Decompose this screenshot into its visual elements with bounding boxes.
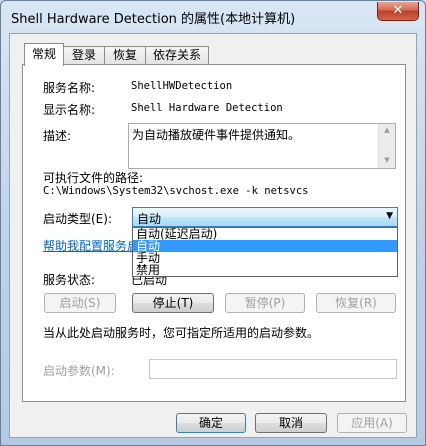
chevron-down-icon: ▼ [386,211,393,221]
display-name-value: Shell Hardware Detection [131,102,283,114]
window-title: Shell Hardware Detection 的属性(本地计算机) [11,12,296,27]
apply-button[interactable]: 应用(A) [337,413,407,433]
option-auto-delayed[interactable]: 自动(延迟启动) [133,228,397,240]
startup-type-dropdown: 自动(延迟启动) 自动 手动 禁用 [132,227,398,277]
dialog-client-area: 常规 登录 恢复 依存关系 服务名称: ShellHWDetection 显示名… [9,33,417,438]
option-manual[interactable]: 手动 [133,252,397,264]
startup-type-select[interactable]: 自动 ▼ [132,207,398,227]
start-service-button[interactable]: 启动(S) [44,293,116,313]
option-disabled[interactable]: 禁用 [133,264,397,276]
help-configure-link[interactable]: 帮助我配置服务启 [43,237,139,254]
cancel-button[interactable]: 取消 [255,413,327,433]
close-icon: ✕ [392,3,404,18]
service-name-label: 服务名称: [43,81,96,95]
description-text: 为自动播放硬件事件提供通知。 [132,128,301,142]
startup-type-label: 启动类型(E): [43,212,112,226]
close-button[interactable]: ✕ [377,2,419,21]
exe-path-value: C:\Windows\System32\svchost.exe -k netsv… [43,185,309,197]
scroll-down-icon[interactable]: ▼ [379,156,395,164]
ok-button[interactable]: 确定 [176,413,246,433]
pause-service-button[interactable]: 暂停(P) [225,293,305,313]
display-name-label: 显示名称: [43,103,96,117]
service-status-label: 服务状态: [43,273,96,287]
tab-dependencies[interactable]: 依存关系 [145,46,209,64]
tab-general[interactable]: 常规 [24,43,64,66]
service-name-value: ShellHWDetection [131,80,233,92]
tab-recovery[interactable]: 恢复 [104,46,146,64]
start-params-label: 启动参数(M): [43,364,115,378]
resume-service-button[interactable]: 恢复(R) [316,293,396,313]
general-tab-panel: 服务名称: ShellHWDetection 显示名称: Shell Hardw… [22,64,406,402]
tab-logon[interactable]: 登录 [63,46,105,64]
start-params-hint: 当从此处启动服务时，您可指定所适用的启动参数。 [43,326,320,340]
exe-path-label: 可执行文件的路径: [43,171,144,185]
description-label: 描述: [43,129,72,143]
start-params-input[interactable] [149,359,397,379]
properties-dialog: Shell Hardware Detection 的属性(本地计算机) ✕ 常规… [0,0,426,446]
description-box[interactable]: 为自动播放硬件事件提供通知。 ▲ ▼ [128,123,396,169]
startup-type-value: 自动 [137,212,162,226]
title-bar[interactable]: Shell Hardware Detection 的属性(本地计算机) ✕ [1,1,425,33]
scroll-up-icon[interactable]: ▲ [379,126,395,134]
description-scrollbar[interactable]: ▲ ▼ [378,124,395,168]
option-auto[interactable]: 自动 [133,240,397,252]
stop-service-button[interactable]: 停止(T) [132,293,214,313]
